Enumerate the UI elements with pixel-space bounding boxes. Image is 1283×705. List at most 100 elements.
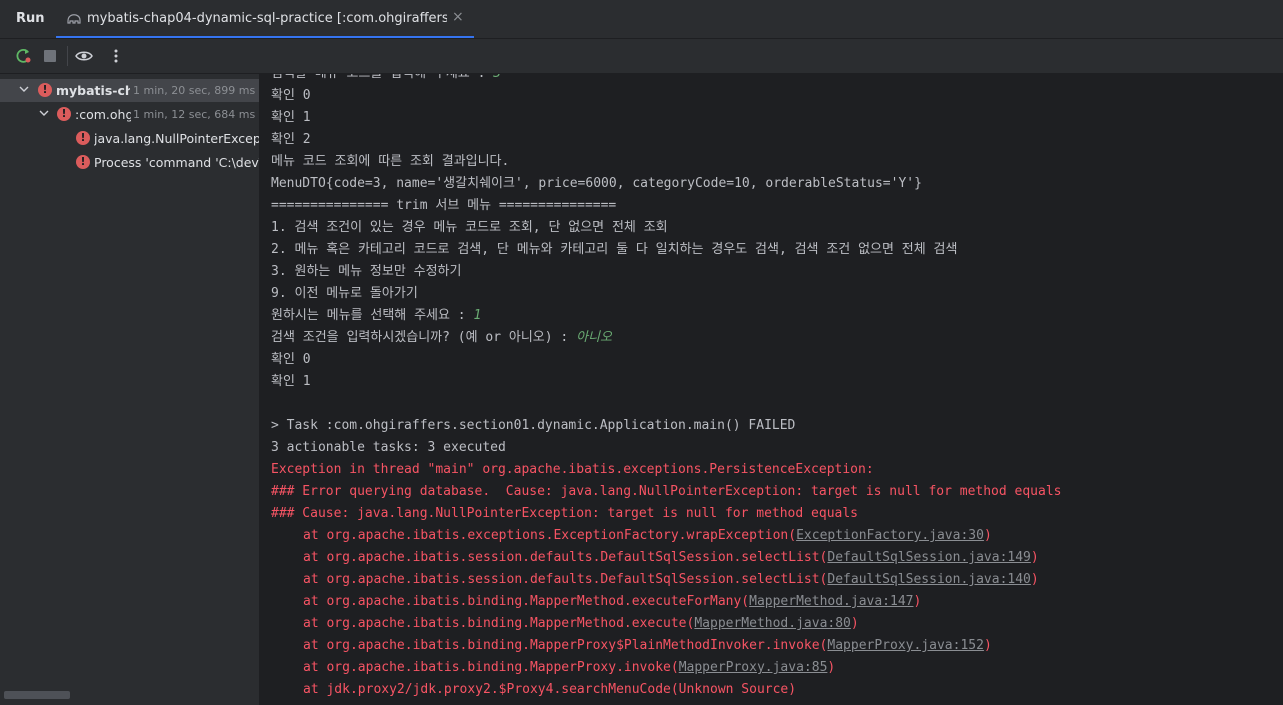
tree-item-label: mybatis-chap [56, 83, 130, 98]
tree-item-exception[interactable]: ! java.lang.NullPointerException: [0, 127, 259, 150]
test-results-tree: ! mybatis-chap 1 min, 20 sec, 899 ms ! :… [0, 74, 260, 705]
stop-icon[interactable] [41, 47, 59, 65]
tree-item-duration: 1 min, 12 sec, 684 ms [133, 108, 256, 121]
console-line-text: at org.apache.ibatis.binding.MapperMetho… [303, 594, 750, 609]
stacktrace-source-link[interactable]: MapperProxy.java:152 [827, 638, 984, 653]
error-icon: ! [57, 107, 71, 121]
console-user-input: 1 [473, 308, 482, 323]
console-line-tail: ) [1030, 572, 1039, 587]
more-vertical-icon[interactable] [107, 47, 125, 65]
tree-item-process[interactable]: ! Process 'command 'C:\dev\ja [0, 151, 259, 174]
console-line-text: at org.apache.ibatis.exceptions.Exceptio… [303, 528, 797, 543]
console-line-text: 확인 1 [271, 110, 311, 125]
console-line: 검색할 메뉴 코드를 입력해 주세요 : 3 [271, 74, 1062, 85]
console-error-line: at org.apache.ibatis.binding.MapperProxy… [271, 657, 1062, 679]
console-line: MenuDTO{code=3, name='생갈치쉐이크', price=600… [271, 173, 1062, 195]
horizontal-scrollbar[interactable] [4, 691, 70, 699]
gradle-elephant-icon [67, 14, 81, 24]
console-line-text: Exception in thread "main" org.apache.ib… [271, 462, 882, 477]
console-line-text: 확인 2 [271, 132, 311, 147]
tree-item-task[interactable]: ! :com.ohgi 1 min, 12 sec, 684 ms [0, 103, 259, 126]
console-line: 3 actionable tasks: 3 executed [271, 437, 1062, 459]
stacktrace-source-link[interactable]: MapperMethod.java:80 [694, 616, 851, 631]
console-line-tail: ) [983, 638, 992, 653]
console-line-text: at jdk.proxy2/jdk.proxy2.$Proxy4.searchM… [303, 682, 797, 697]
console-output[interactable]: 검색할 메뉴 코드를 입력해 주세요 : 3 확인 0 확인 1 확인 2 메뉴 코드 … [260, 74, 1283, 705]
console-line-tail: ) [827, 660, 836, 675]
console-error-line: at jdk.proxy2/jdk.proxy2.$Proxy4.searchM… [271, 679, 1062, 701]
console-error-line: ### Error querying database. Cause: java… [271, 481, 1062, 503]
console-line: > Task :com.ohgiraffers.section01.dynami… [271, 415, 1062, 437]
console-line-text: > Task :com.ohgiraffers.section01.dynami… [271, 418, 796, 433]
stacktrace-source-link[interactable]: DefaultSqlSession.java:140 [827, 572, 1031, 587]
active-tab-indicator [56, 36, 474, 38]
console-line: 2. 메뉴 혹은 카테고리 코드로 검색, 단 메뉴와 카테고리 둘 다 일치하… [271, 239, 1062, 261]
console-line-text: 확인 1 [271, 374, 311, 389]
console-line: 확인 1 [271, 107, 1062, 129]
run-tab[interactable]: mybatis-chap04-dynamic-sql-practice [:co… [56, 0, 474, 38]
console-line: 원하시는 메뉴를 선택해 주세요 : 1 [271, 305, 1062, 327]
stacktrace-source-link[interactable]: MapperProxy.java:85 [679, 660, 828, 675]
console-line-text: ### Error querying database. Cause: java… [271, 484, 1062, 499]
tree-item-root[interactable]: ! mybatis-chap 1 min, 20 sec, 899 ms [0, 79, 259, 102]
run-toolbar [0, 39, 1283, 74]
console-error-line: at org.apache.ibatis.binding.MapperMetho… [271, 613, 1062, 635]
console-line-tail: ) [850, 616, 859, 631]
console-lines: 검색할 메뉴 코드를 입력해 주세요 : 3 확인 0 확인 1 확인 2 메뉴 코드 … [271, 74, 1062, 701]
console-line-text: ### Cause: java.lang.NullPointerExceptio… [271, 506, 858, 521]
stacktrace-source-link[interactable]: ExceptionFactory.java:30 [796, 528, 984, 543]
console-line: 9. 이전 메뉴로 돌아가기 [271, 283, 1062, 305]
console-error-line: at org.apache.ibatis.binding.MapperMetho… [271, 591, 1062, 613]
run-tool-window-title: Run [16, 11, 45, 26]
tree-item-label: Process 'command 'C:\dev\ja [94, 155, 259, 170]
error-icon: ! [76, 155, 90, 169]
console-line-text: 3 actionable tasks: 3 executed [271, 440, 506, 455]
console-line-text: 메뉴 코드 조회에 따른 조회 결과입니다. [271, 154, 510, 169]
tool-window-header: Run mybatis-chap04-dynamic-sql-practice … [0, 0, 1283, 39]
console-line-text: 검색할 메뉴 코드를 입력해 주세요 : [271, 74, 493, 81]
console-line-text: at org.apache.ibatis.binding.MapperMetho… [303, 616, 695, 631]
console-line-text: 2. 메뉴 혹은 카테고리 코드로 검색, 단 메뉴와 카테고리 둘 다 일치하… [271, 242, 958, 257]
tree-item-label: :com.ohgi [75, 107, 131, 122]
console-line-text: at org.apache.ibatis.session.defaults.De… [303, 572, 828, 587]
console-error-line: at org.apache.ibatis.session.defaults.De… [271, 547, 1062, 569]
console-error-line: at org.apache.ibatis.exceptions.Exceptio… [271, 525, 1062, 547]
console-line: 3. 원하는 메뉴 정보만 수정하기 [271, 261, 1062, 283]
console-line-text: 검색 조건을 입력하시겠습니까? (예 or 아니오) : [271, 330, 577, 345]
chevron-down-icon[interactable] [18, 83, 30, 95]
console-line-tail: ) [1030, 550, 1039, 565]
console-user-input: 아니오 [576, 330, 612, 345]
console-user-input: 3 [493, 74, 501, 81]
console-line-text: MenuDTO{code=3, name='생갈치쉐이크', price=600… [271, 176, 922, 191]
tab-title: mybatis-chap04-dynamic-sql-practice [:co… [87, 11, 447, 26]
eye-icon[interactable] [75, 47, 93, 65]
console-line-text: 확인 0 [271, 88, 311, 103]
close-tab-icon[interactable]: × [452, 9, 464, 25]
console-line-text: =============== trim 서브 메뉴 =============… [271, 198, 617, 213]
console-line-text: 1. 검색 조건이 있는 경우 메뉴 코드로 조회, 단 없으면 전체 조회 [271, 220, 668, 235]
stacktrace-source-link[interactable]: MapperMethod.java:147 [749, 594, 913, 609]
console-line: 메뉴 코드 조회에 따른 조회 결과입니다. [271, 151, 1062, 173]
console-error-line: at org.apache.ibatis.binding.MapperProxy… [271, 635, 1062, 657]
toolbar-separator [67, 46, 68, 66]
error-icon: ! [38, 83, 52, 97]
console-line-tail: ) [983, 528, 992, 543]
stacktrace-source-link[interactable]: DefaultSqlSession.java:149 [827, 550, 1031, 565]
console-line: 1. 검색 조건이 있는 경우 메뉴 코드로 조회, 단 없으면 전체 조회 [271, 217, 1062, 239]
console-line: 검색 조건을 입력하시겠습니까? (예 or 아니오) : 아니오 [271, 327, 1062, 349]
tree-item-duration: 1 min, 20 sec, 899 ms [133, 84, 256, 97]
rerun-icon[interactable] [15, 47, 33, 65]
console-line-text: 9. 이전 메뉴로 돌아가기 [271, 286, 418, 301]
console-line: 확인 2 [271, 129, 1062, 151]
console-line: 확인 0 [271, 349, 1062, 371]
console-line-text: 원하시는 메뉴를 선택해 주세요 : [271, 308, 474, 323]
chevron-down-icon[interactable] [38, 107, 50, 119]
console-error-line: ### Cause: java.lang.NullPointerExceptio… [271, 503, 1062, 525]
console-line-tail: ) [913, 594, 922, 609]
console-line-text: at org.apache.ibatis.session.defaults.De… [303, 550, 828, 565]
tree-item-label: java.lang.NullPointerException: [94, 131, 259, 146]
console-line-text: at org.apache.ibatis.binding.MapperProxy… [303, 660, 679, 675]
console-line-text: at org.apache.ibatis.binding.MapperProxy… [303, 638, 828, 653]
console-error-line: Exception in thread "main" org.apache.ib… [271, 459, 1062, 481]
